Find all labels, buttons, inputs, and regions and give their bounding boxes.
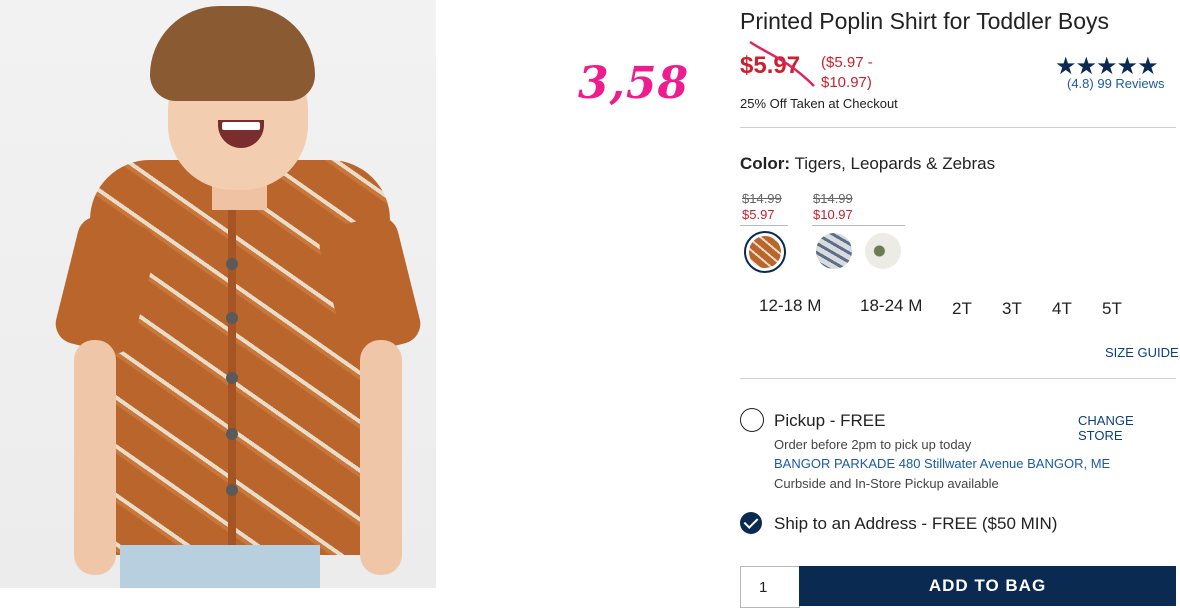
color-label: Color:	[740, 154, 791, 173]
swatch-group-divider	[812, 225, 905, 226]
pickup-order-note: Order before 2pm to pick up today	[774, 437, 972, 452]
swatch-price-group: $14.99 $5.97	[742, 191, 782, 223]
swatch-original-price: $14.99	[813, 191, 853, 206]
shirt-button-graphic	[226, 428, 238, 440]
swatch-pattern	[749, 236, 781, 268]
sale-price: $5.97	[740, 52, 801, 79]
color-swatch[interactable]	[865, 233, 901, 269]
color-selection-label: Color: Tigers, Leopards & Zebras	[740, 154, 995, 174]
size-guide-link[interactable]: SIZE GUIDE	[1105, 345, 1179, 360]
store-address-link[interactable]: BANGOR PARKADE 480 Stillwater Avenue BAN…	[774, 456, 1110, 471]
size-option[interactable]: 5T	[1102, 299, 1122, 319]
add-to-bag-button[interactable]: ADD TO BAG	[799, 566, 1176, 606]
swatch-original-price: $14.99	[742, 191, 782, 206]
product-image[interactable]	[0, 0, 436, 588]
ship-label[interactable]: Ship to an Address - FREE ($50 MIN)	[774, 514, 1057, 534]
change-store-link[interactable]: CHANGE STORE	[1078, 413, 1180, 443]
size-option[interactable]: 18-24 M	[860, 296, 922, 316]
swatch-sale-price: $5.97	[742, 207, 775, 222]
shirt-graphic	[90, 160, 390, 555]
reviews-link[interactable]: (4.8) 99 Reviews	[1067, 76, 1165, 91]
size-option[interactable]: 12-18 M	[759, 296, 821, 316]
size-option[interactable]: 3T	[1002, 299, 1022, 319]
divider	[740, 127, 1176, 128]
color-swatch-selected[interactable]	[744, 231, 786, 273]
pickup-label[interactable]: Pickup - FREE	[774, 411, 885, 431]
curbside-note: Curbside and In-Store Pickup available	[774, 476, 999, 491]
swatch-sale-price: $10.97	[813, 207, 853, 222]
hair-graphic	[150, 6, 315, 101]
price-range-line2: $10.97)	[821, 74, 872, 91]
divider	[740, 378, 1176, 379]
jeans-graphic	[120, 545, 320, 588]
swatch-price-group: $14.99 $10.97	[813, 191, 853, 223]
swatch-group-divider	[740, 225, 788, 226]
color-swatch[interactable]	[816, 233, 852, 269]
price-range-line1: ($5.97 -	[821, 54, 873, 71]
quantity-select[interactable]: 1	[740, 566, 800, 608]
right-arm-graphic	[360, 340, 402, 575]
shirt-button-graphic	[226, 312, 238, 324]
size-option[interactable]: 2T	[952, 299, 972, 319]
handwritten-annotation: 3,58	[578, 58, 690, 109]
product-title: Printed Poplin Shirt for Toddler Boys	[740, 8, 1110, 34]
shirt-button-graphic	[226, 484, 238, 496]
pickup-radio[interactable]	[740, 408, 764, 432]
teeth-graphic	[222, 122, 260, 130]
shirt-button-graphic	[226, 258, 238, 270]
price-range: ($5.97 - $10.97)	[821, 53, 873, 93]
left-arm-graphic	[74, 340, 116, 575]
ship-radio-checked[interactable]	[740, 512, 762, 534]
checkout-discount-note: 25% Off Taken at Checkout	[740, 96, 898, 111]
shirt-button-graphic	[226, 372, 238, 384]
size-option[interactable]: 4T	[1052, 299, 1072, 319]
color-value: Tigers, Leopards & Zebras	[794, 154, 996, 173]
